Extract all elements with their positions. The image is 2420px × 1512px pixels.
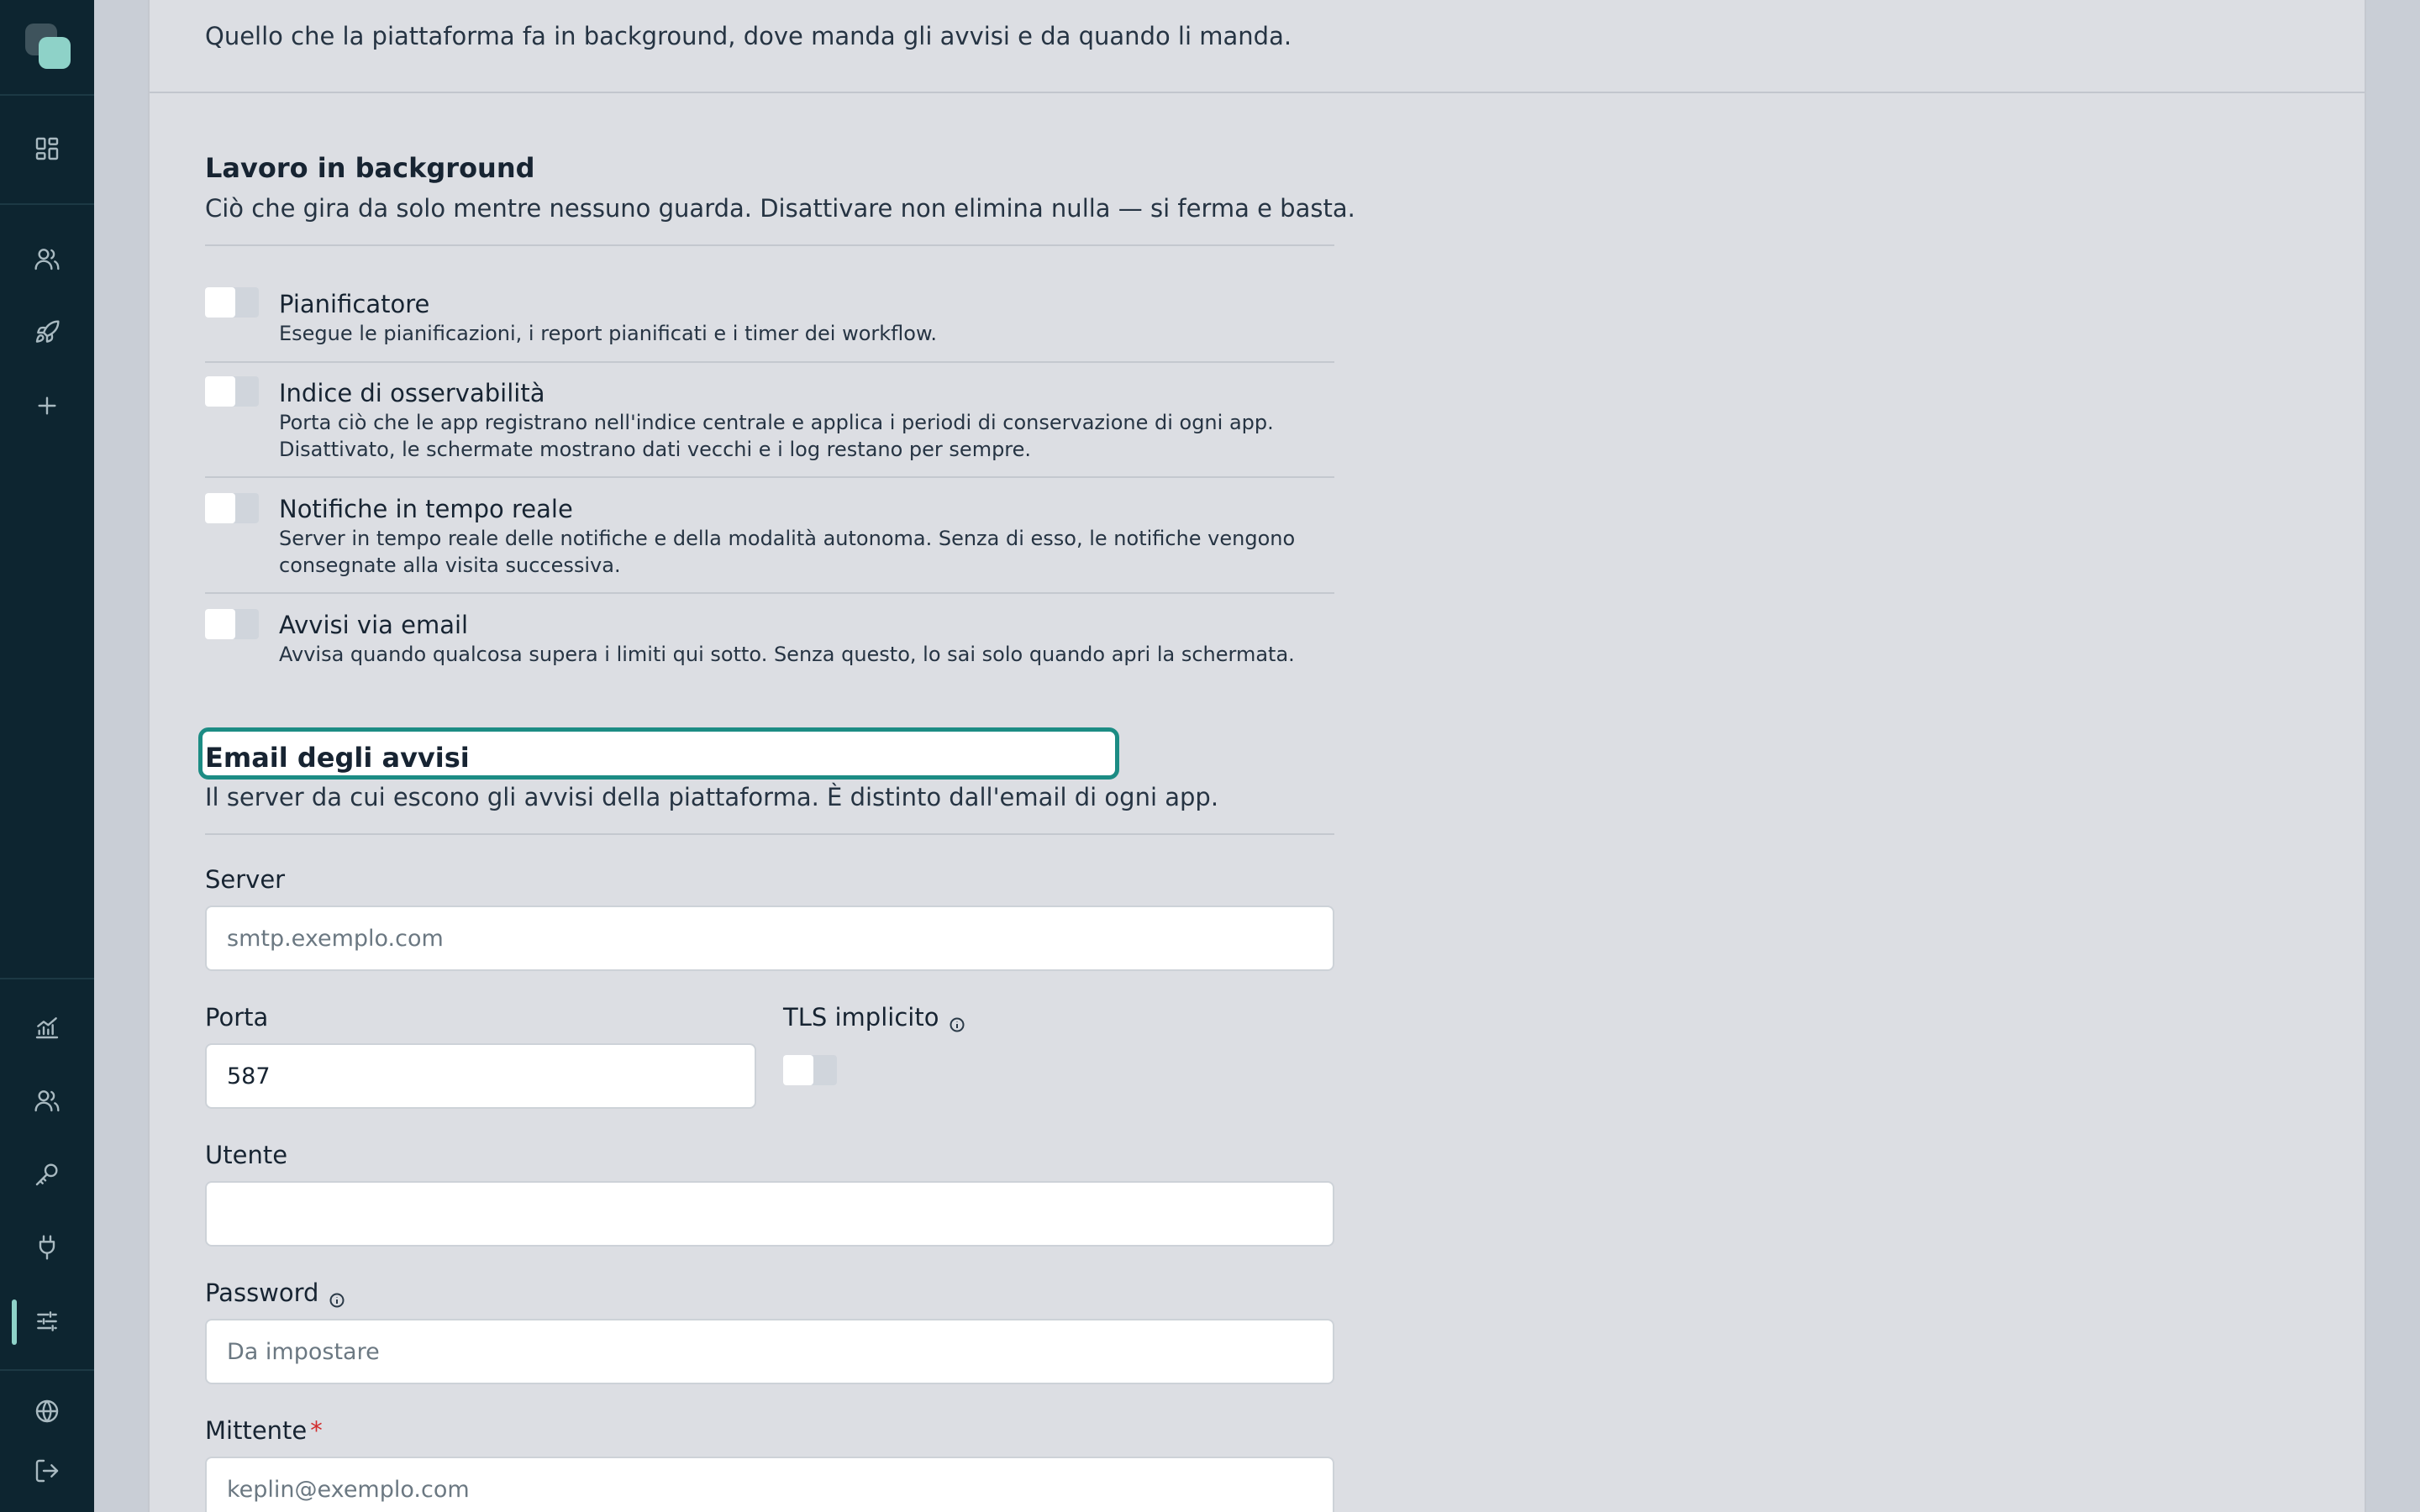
tls-toggle[interactable] (783, 1055, 837, 1085)
sidebar-divider (0, 94, 94, 96)
user-input[interactable] (205, 1181, 1334, 1247)
globe-icon[interactable] (29, 1393, 66, 1430)
tls-label-text: TLS implicito (783, 1003, 939, 1032)
user-label: Utente (205, 1141, 288, 1169)
option-title: Notifiche in tempo reale (279, 495, 573, 523)
background-section-description: Ciò che gira da solo mentre nessuno guar… (205, 194, 1355, 223)
analytics-icon[interactable] (29, 1009, 66, 1046)
section-divider (205, 244, 1334, 246)
plug-icon[interactable] (29, 1229, 66, 1266)
option-divider (205, 592, 1334, 594)
team-icon[interactable] (29, 1082, 66, 1119)
logout-icon[interactable] (29, 1452, 66, 1489)
option-title: Avvisi via email (279, 611, 469, 639)
rocket-icon[interactable] (29, 314, 66, 351)
alert-email-title-text: Email degli avvisi (205, 742, 470, 774)
sidebar-divider (0, 1369, 94, 1371)
plus-icon[interactable] (29, 387, 66, 424)
info-icon[interactable] (329, 1286, 345, 1308)
users-icon[interactable] (29, 240, 66, 277)
email-alerts-toggle[interactable] (205, 609, 259, 639)
password-label-text: Password (205, 1278, 319, 1307)
alert-email-description: Il server da cui escono gli avvisi della… (205, 783, 1219, 811)
info-icon[interactable] (949, 1011, 965, 1032)
password-label: Password (205, 1278, 345, 1308)
active-indicator (12, 1299, 17, 1345)
server-input[interactable] (205, 906, 1334, 971)
sidebar (0, 0, 94, 1512)
tls-label: TLS implicito (783, 1003, 965, 1032)
sidebar-divider (0, 203, 94, 205)
key-icon[interactable] (29, 1156, 66, 1193)
toggle-knob (205, 493, 235, 523)
sender-label: Mittente * (205, 1416, 323, 1445)
background-section-title: Lavoro in background (205, 152, 535, 184)
sidebar-divider (0, 978, 94, 979)
option-divider (205, 361, 1334, 363)
option-description: Server in tempo reale delle notifiche e … (279, 527, 1296, 577)
option-description: Avvisa quando qualcosa supera i limiti q… (279, 643, 1295, 666)
sliders-icon[interactable] (29, 1303, 66, 1340)
required-marker: * (310, 1416, 323, 1445)
app-logo[interactable] (25, 24, 71, 69)
alert-email-section-title[interactable]: Email degli avvisi (198, 727, 1119, 780)
header-divider (150, 92, 2365, 93)
toggle-knob (783, 1055, 813, 1085)
settings-card: Quello che la piattaforma fa in backgrou… (148, 0, 2366, 1512)
observability-index-toggle[interactable] (205, 376, 259, 407)
toggle-knob (205, 609, 235, 639)
sender-input[interactable] (205, 1457, 1334, 1512)
option-divider (205, 476, 1334, 478)
toggle-knob (205, 287, 235, 318)
realtime-notifications-toggle[interactable] (205, 493, 259, 523)
password-input[interactable] (205, 1319, 1334, 1384)
option-title: Indice di osservabilità (279, 379, 545, 407)
port-label: Porta (205, 1003, 269, 1032)
dashboard-icon[interactable] (29, 130, 66, 167)
option-title: Pianificatore (279, 290, 430, 318)
sender-label-text: Mittente (205, 1416, 308, 1445)
toggle-knob (205, 376, 235, 407)
option-description: Esegue le pianificazioni, i report piani… (279, 322, 938, 345)
server-label: Server (205, 865, 286, 894)
page-description: Quello che la piattaforma fa in backgrou… (205, 22, 1292, 50)
port-input[interactable] (205, 1043, 756, 1109)
section-divider (205, 833, 1334, 835)
scheduler-toggle[interactable] (205, 287, 259, 318)
option-description: Porta ciò che le app registrano nell'ind… (279, 411, 1274, 461)
